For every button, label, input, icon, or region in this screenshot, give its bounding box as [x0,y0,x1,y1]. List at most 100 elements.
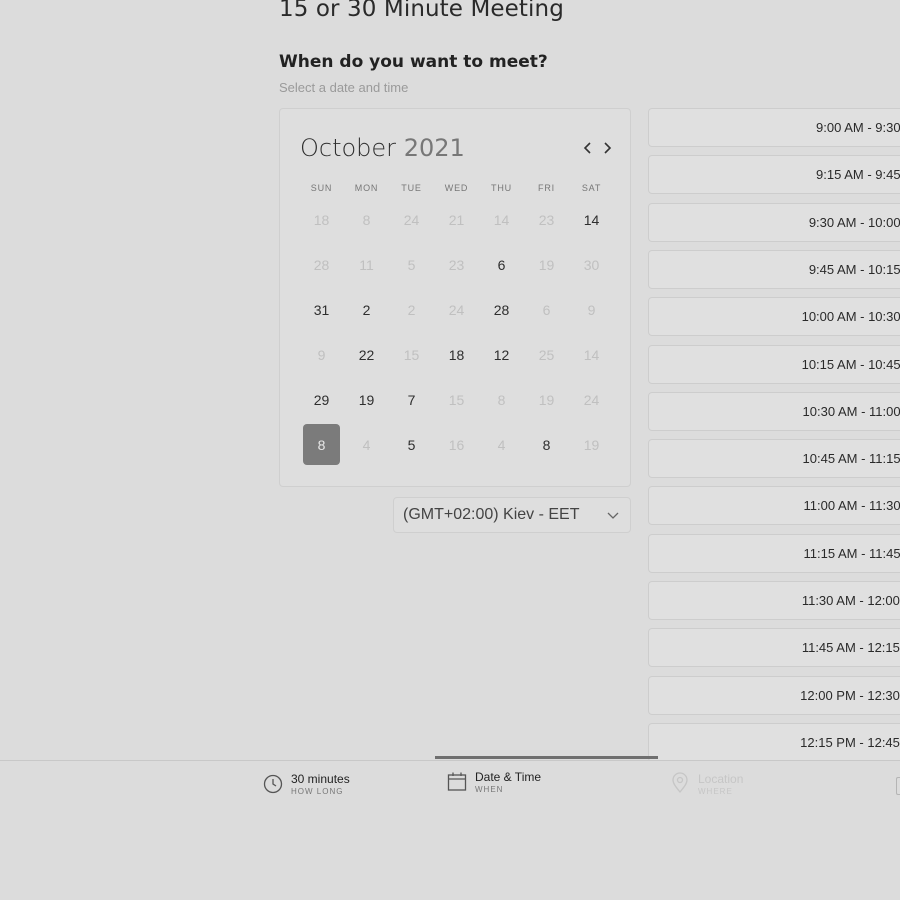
calendar-day-selected[interactable]: 8 [299,422,344,467]
time-slot-label: 10:30 AM - 11:00 AM [802,403,900,419]
calendar-day: 30 [569,242,614,287]
calendar-day: 24 [434,287,479,332]
calendar-day-label: 5 [407,256,416,273]
timezone-value: (GMT+02:00) Kiev - EET [403,506,580,523]
step-date-time-label: Date & Time [475,770,542,784]
calendar-day-label: 15 [448,391,465,408]
time-slot-button[interactable]: 12:15 PM - 12:45 PM [648,722,900,762]
time-slot-button[interactable]: 9:00 AM - 9:30 AM [648,108,900,147]
calendar-day[interactable]: 14 [569,197,614,242]
calendar-day-label: 4 [362,436,371,453]
weekday-label: MON [354,183,379,193]
calendar-day[interactable]: 19 [344,377,389,422]
calendar-day-label: 9 [587,301,596,318]
calendar-year: 2021 [403,134,465,162]
time-slot-label: 11:00 AM - 11:30 AM [803,498,900,514]
step-location[interactable]: Location WHERE [670,772,743,798]
time-slot-button[interactable]: 10:00 AM - 10:30 AM [648,297,900,337]
time-slot-button[interactable]: 10:45 AM - 11:15 AM [648,439,900,479]
calendar-day[interactable]: 22 [344,332,389,377]
calendar-day[interactable]: 5 [389,422,434,467]
calendar-day-label: 29 [313,391,330,408]
calendar-day-label: 14 [583,346,600,363]
calendar-day-label: 2 [407,301,416,318]
calendar-day-label: 19 [538,391,555,408]
calendar-day-label: 2 [362,301,371,318]
step-date-time[interactable]: Date & Time WHEN [447,770,541,796]
calendar-day-label: 8 [497,391,506,408]
calendar-day[interactable]: 8 [524,422,569,467]
calendar-day[interactable]: 6 [479,242,524,287]
calendar-day[interactable]: 28 [479,287,524,332]
time-slot-button[interactable]: 10:30 AM - 11:00 AM [648,391,900,431]
time-slot-button[interactable]: 9:45 AM - 10:15 AM [648,249,900,289]
step-date-time-sub: WHEN [475,785,504,794]
calendar-day: 8 [344,197,389,242]
calendar-day-label: 14 [493,211,510,228]
calendar-day-label: 4 [497,436,506,453]
section-subheading: Select a date and time [279,80,409,95]
weekday-label: SUN [310,183,333,193]
time-slot-button[interactable]: 9:30 AM - 10:00 AM [648,202,900,242]
page-title: 15 or 30 Minute Meeting [279,0,564,22]
calendar-day: 2 [389,287,434,332]
calendar-day[interactable]: 7 [389,377,434,422]
calendar-day[interactable]: 2 [344,287,389,332]
calendar-day: 5 [389,242,434,287]
active-step-indicator [435,756,658,759]
time-slot-button[interactable]: 9:15 AM - 9:45 AM [648,155,900,195]
calendar-day: 8 [479,377,524,422]
step-duration-label: 30 minutes [291,772,350,786]
time-slot-button[interactable]: 12:00 PM - 12:30 PM [648,675,900,715]
calendar-day: 24 [569,377,614,422]
calendar-day: 24 [389,197,434,242]
calendar-day-label: 19 [538,256,555,273]
timezone-select[interactable]: (GMT+02:00) Kiev - EET [393,497,631,533]
chevron-left-icon [583,142,591,154]
weekday-label: THU [491,183,512,193]
calendar-day[interactable]: 31 [299,287,344,332]
calendar-day[interactable]: 29 [299,377,344,422]
calendar-day-label: 12 [493,346,510,363]
calendar-day-label: 28 [313,256,330,273]
time-slot-button[interactable]: 11:30 AM - 12:00 PM [648,581,900,620]
calendar-day-label: 15 [403,346,420,363]
calendar-day-label: 28 [493,301,510,318]
calendar-day-label: 21 [448,211,465,228]
calendar-day: 15 [389,332,434,377]
time-slot-button[interactable]: 11:15 AM - 11:45 AM [648,533,900,573]
calendar-day-label: 23 [448,256,465,273]
weekday-label: WED [444,183,469,193]
time-slot-button[interactable]: 10:15 AM - 10:45 AM [648,344,900,384]
calendar-day-label: 30 [583,256,600,273]
calendar-icon [447,772,467,791]
prev-month-button[interactable] [579,137,597,159]
calendar-day[interactable]: 18 [434,332,479,377]
next-month-button[interactable] [598,137,616,159]
calendar-day: 28 [299,242,344,287]
location-pin-icon [672,772,688,794]
calendar-day-label: 31 [313,301,330,318]
weekday-label: SAT [581,183,602,193]
calendar-day: 23 [434,242,479,287]
time-slot-label: 9:45 AM - 10:15 AM [808,261,900,277]
calendar-month: October [300,134,397,162]
calendar-day[interactable]: 12 [479,332,524,377]
step-duration-sub: HOW LONG [291,787,344,796]
section-heading: When do you want to meet? [279,52,548,72]
step-location-label: Location [698,772,744,786]
calendar-day-label: 24 [448,301,465,318]
calendar-day: 23 [524,197,569,242]
time-slot-label: 9:30 AM - 10:00 AM [808,214,900,230]
calendar-day: 19 [524,377,569,422]
time-slot-label: 11:30 AM - 12:00 PM [801,593,900,608]
calendar-day: 9 [299,332,344,377]
time-slot-button[interactable]: 11:45 AM - 12:15 PM [648,628,900,668]
weekday-label: FRI [538,183,555,193]
calendar-day: 11 [344,242,389,287]
step-duration[interactable]: 30 minutes HOW LONG [263,772,350,798]
weekday-header-row: SUN MON TUE WED THU FRI SAT [299,183,614,193]
time-slot-label: 10:00 AM - 10:30 AM [801,309,900,325]
calendar-day: 25 [524,332,569,377]
time-slot-button[interactable]: 11:00 AM - 11:30 AM [648,486,900,526]
